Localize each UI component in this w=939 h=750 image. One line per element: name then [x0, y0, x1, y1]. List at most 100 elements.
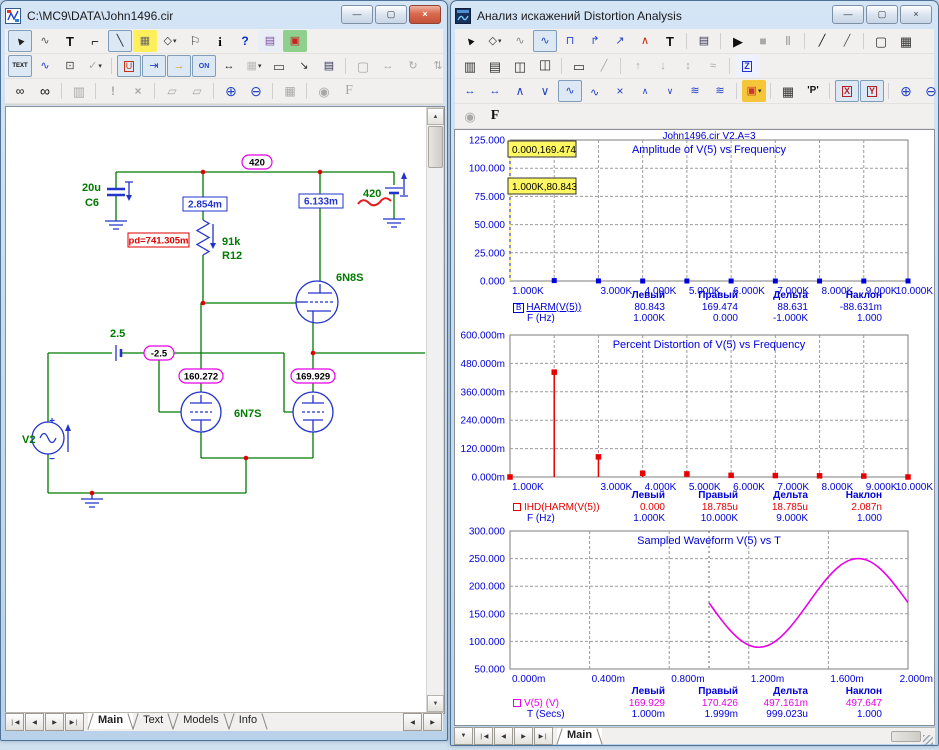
analysis-titlebar[interactable]: Анализ искажений Distortion Analysis — ▢…: [455, 4, 934, 28]
text-tool-icon[interactable]: T: [658, 30, 682, 52]
label-cap-ref[interactable]: C6: [85, 197, 99, 209]
wire-mode-icon[interactable]: ∿: [33, 30, 57, 52]
slope-cross-icon[interactable]: ×: [608, 80, 632, 102]
exclude-icon[interactable]: ▣: [283, 30, 307, 52]
globe-icon[interactable]: ◉: [312, 80, 336, 102]
show-values-icon[interactable]: ∿: [33, 55, 57, 77]
flip-vertical-icon[interactable]: ⇅: [426, 55, 450, 77]
data-point[interactable]: [596, 454, 602, 460]
text-grid-icon[interactable]: TEXT: [8, 55, 32, 77]
power-display-icon[interactable]: →: [167, 55, 191, 77]
tag-left-icon[interactable]: ↑: [626, 55, 650, 77]
thumbnail-icon[interactable]: ▦: [278, 80, 302, 102]
peak-icon[interactable]: ∧: [508, 80, 532, 102]
label-bias-value[interactable]: 2.5: [110, 328, 125, 340]
x-scale-icon[interactable]: X: [835, 80, 859, 102]
send-back-icon[interactable]: ▱: [185, 80, 209, 102]
data-point[interactable]: [773, 278, 778, 283]
hscroll-left-button[interactable]: ◀: [403, 713, 422, 731]
grid-vertical-icon[interactable]: ▥: [458, 55, 482, 77]
zoom-out-icon[interactable]: ⊖: [919, 80, 939, 102]
ortho-wire-icon[interactable]: ⌐: [83, 30, 107, 52]
slope-tool-icon[interactable]: ╱: [592, 55, 616, 77]
label-battery-value[interactable]: 420: [363, 188, 381, 200]
data-point[interactable]: [507, 474, 513, 480]
scroll-down-button[interactable]: ▼: [427, 695, 444, 712]
data-point[interactable]: [817, 278, 822, 283]
browse-window-icon[interactable]: ▤: [258, 30, 282, 52]
group-select-icon[interactable]: ▢: [351, 55, 375, 77]
prev-sheet-button[interactable]: ◀: [25, 713, 44, 731]
condition-display-icon[interactable]: ON: [192, 55, 216, 77]
tag-right-icon[interactable]: ↓: [651, 55, 675, 77]
shape-tool-icon[interactable]: ◇▾: [158, 30, 182, 52]
info-panel-icon[interactable]: ▥: [67, 80, 91, 102]
global-low-icon[interactable]: ∨: [658, 80, 682, 102]
data-point[interactable]: [906, 278, 911, 283]
prev-error-icon[interactable]: !: [101, 80, 125, 102]
first-page-button[interactable]: ❘◀: [474, 727, 493, 745]
node-voltage-420[interactable]: 420: [249, 158, 265, 169]
data-point[interactable]: [861, 278, 866, 283]
prev-page-button[interactable]: ◀: [494, 727, 513, 745]
vip-icon[interactable]: ✓▾: [83, 55, 107, 77]
scope-probe-icon[interactable]: ∿: [508, 30, 532, 52]
current-label-r12[interactable]: 2.854m: [188, 200, 222, 211]
envelope-low-icon[interactable]: ≋: [683, 80, 707, 102]
properties-icon[interactable]: ▤: [692, 30, 716, 52]
data-point[interactable]: [684, 471, 690, 477]
zoom-in-icon[interactable]: ⊕: [219, 80, 243, 102]
data-point[interactable]: [552, 278, 557, 283]
find-component-icon[interactable]: ∞: [8, 80, 32, 102]
resize-grip[interactable]: [923, 735, 933, 745]
next-sheet-button[interactable]: ▶: [45, 713, 64, 731]
current-label-6n8s[interactable]: 6.133m: [304, 197, 338, 208]
hscroll-right-button[interactable]: ▶: [423, 713, 442, 731]
data-grid-icon[interactable]: ▦: [894, 30, 918, 52]
data-point[interactable]: [640, 278, 645, 283]
minimize-button[interactable]: —: [341, 5, 373, 24]
node-voltage-169[interactable]: 169.929: [296, 372, 330, 383]
scroll-thumb[interactable]: [428, 126, 443, 168]
global-high-icon[interactable]: ∧: [633, 80, 657, 102]
data-point[interactable]: [551, 369, 557, 375]
wave-display-icon[interactable]: ∿: [533, 30, 557, 52]
globe-icon[interactable]: ◉: [458, 105, 482, 127]
hscroll-thumb[interactable]: [891, 731, 921, 742]
find-text-icon[interactable]: ∞: [33, 80, 57, 102]
last-page-button[interactable]: ▶❘: [534, 727, 553, 745]
data-point[interactable]: [773, 473, 779, 479]
valley-icon[interactable]: ∨: [533, 80, 557, 102]
zoom-mode-icon[interactable]: Z: [735, 55, 759, 77]
label-res-ref[interactable]: R12: [222, 250, 242, 262]
rotate-icon[interactable]: ↻: [401, 55, 425, 77]
data-point[interactable]: [596, 278, 601, 283]
grid-horizontal-icon[interactable]: ▤: [483, 55, 507, 77]
tag-both-icon[interactable]: ↕: [676, 55, 700, 77]
text-tool-icon[interactable]: T: [58, 30, 82, 52]
vertical-scrollbar[interactable]: ▲ ▼: [426, 107, 444, 713]
help-point-icon[interactable]: ?: [233, 30, 257, 52]
select-tool-icon[interactable]: ▲: [458, 30, 482, 52]
plot-frame-1[interactable]: [510, 335, 908, 477]
data-point[interactable]: [684, 278, 689, 283]
next-page-button[interactable]: ▶: [514, 727, 533, 745]
annotate-step-icon[interactable]: ↱: [583, 30, 607, 52]
numeric-table-icon[interactable]: ▦: [776, 80, 800, 102]
zoom-out-icon[interactable]: ⊖: [244, 80, 268, 102]
cursor-x-icon[interactable]: ↔: [458, 80, 482, 102]
first-sheet-button[interactable]: ❘◀: [5, 713, 24, 731]
font-icon[interactable]: F: [483, 105, 507, 127]
half-cycle-icon[interactable]: ∿: [583, 80, 607, 102]
open-panel-icon[interactable]: ▭: [567, 55, 591, 77]
info-tool-icon[interactable]: i: [208, 30, 232, 52]
plots-svg[interactable]: John1496.cir V2.A=3125.000100.00075.0005…: [455, 130, 935, 726]
page-bounds-icon[interactable]: ▭: [267, 55, 291, 77]
y-scale-icon[interactable]: Y: [860, 80, 884, 102]
cursor-select-icon[interactable]: ↘: [292, 55, 316, 77]
minimize-button[interactable]: —: [832, 5, 864, 24]
zoom-in-icon[interactable]: ⊕: [894, 80, 918, 102]
pause-icon[interactable]: ‖: [776, 30, 800, 52]
maximize-button[interactable]: ▢: [866, 5, 898, 24]
gift-box-icon[interactable]: ▣▾: [742, 80, 766, 102]
